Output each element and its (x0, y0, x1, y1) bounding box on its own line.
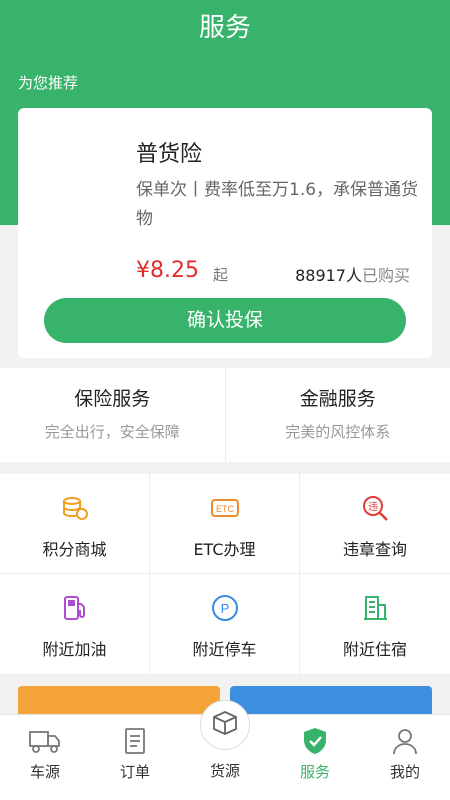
grid-item-violation[interactable]: 违 违章查询 (300, 474, 450, 574)
coins-icon (62, 497, 88, 520)
grid-item-label: 附近加油 (42, 640, 107, 659)
recommend-card[interactable]: 普货险 保单次丨费率低至万1.6，承保普通货物 ¥8.25 起 88917人已购… (18, 108, 432, 358)
buyers-number: 88917人 (295, 266, 362, 285)
grid-item-lodging[interactable]: 附近住宿 (300, 574, 450, 674)
recommend-label: 为您推荐 (18, 74, 79, 92)
truck-icon (29, 731, 60, 753)
svg-text:违: 违 (368, 501, 378, 513)
tab-orders[interactable]: 订单 (90, 715, 180, 800)
document-icon (125, 728, 145, 754)
tab-cargo[interactable] (200, 700, 250, 750)
svg-text:P: P (220, 601, 229, 616)
product-description: 保单次丨费率低至万1.6，承保普通货物 (136, 180, 419, 229)
grid-item-label: 附近住宿 (342, 640, 407, 659)
services-row: 保险服务 完全出行，安全保障 金融服务 完美的风控体系 (0, 368, 450, 462)
parking-icon: P (211, 595, 238, 621)
insurance-service[interactable]: 保险服务 完全出行，安全保障 (0, 368, 225, 462)
violation-search-icon: 违 (363, 496, 388, 521)
tab-mine[interactable]: 我的 (360, 715, 450, 800)
promo-banner-right[interactable] (230, 686, 432, 716)
grid-item-label: 积分商城 (42, 540, 107, 559)
grid-item-label: 违章查询 (342, 540, 407, 559)
tab-label: 服务 (299, 763, 330, 781)
product-title: 普货险 (136, 142, 203, 167)
tab-vehicles[interactable]: 车源 (0, 715, 90, 800)
service-subtitle: 完美的风控体系 (285, 423, 391, 441)
buyers-suffix: 已购买 (361, 266, 410, 285)
shield-check-icon (304, 728, 326, 754)
user-icon (393, 729, 417, 755)
grid-item-fuel[interactable]: 附近加油 (0, 574, 150, 674)
grid-item-label: ETC办理 (193, 540, 256, 559)
grid-item-points-mall[interactable]: 积分商城 (0, 474, 150, 574)
grid-item-label: 附近停车 (192, 640, 257, 659)
finance-service[interactable]: 金融服务 完美的风控体系 (224, 368, 450, 462)
price-suffix: 起 (213, 266, 229, 284)
buyers-count: 88917人已购买 (295, 262, 410, 286)
tab-services[interactable]: 服务 (270, 715, 360, 800)
building-icon (364, 596, 387, 620)
promo-banner-left[interactable] (18, 686, 220, 716)
fuel-pump-icon (63, 596, 85, 620)
grid-item-parking[interactable]: P 附近停车 (150, 574, 300, 674)
grid-item-etc[interactable]: ETC ETC办理 (150, 474, 300, 574)
tab-label: 车源 (29, 763, 60, 781)
service-title: 保险服务 (74, 388, 151, 410)
tab-label: 货源 (209, 762, 240, 780)
tab-label: 订单 (119, 763, 150, 781)
confirm-insure-button[interactable]: 确认投保 (44, 298, 406, 343)
page-title: 服务 (198, 13, 251, 43)
tab-label: 我的 (389, 763, 420, 781)
service-subtitle: 完全出行，安全保障 (44, 423, 180, 441)
service-title: 金融服务 (299, 388, 376, 410)
etc-icon: ETC (210, 499, 239, 517)
svg-text:ETC: ETC (216, 504, 235, 514)
feature-grid: 积分商城 ETC ETC办理 违 违章查询 附近加油 P 附近停车 附近住宿 (0, 474, 450, 674)
product-price: ¥8.25 (136, 258, 199, 283)
box-icon (213, 711, 237, 735)
